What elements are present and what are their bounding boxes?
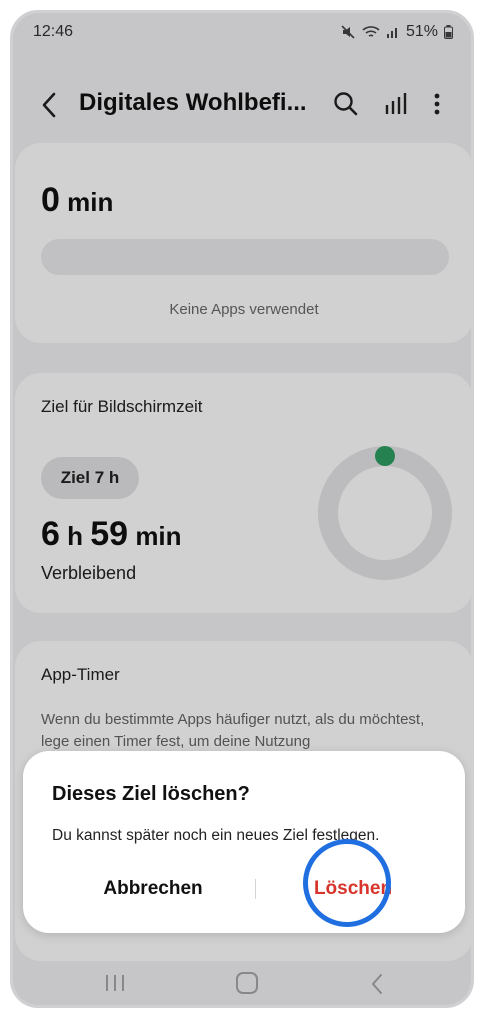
tap-highlight-circle [303, 839, 391, 927]
home-icon[interactable] [235, 971, 259, 995]
recent-apps-icon[interactable] [103, 973, 127, 993]
cancel-button[interactable]: Abbrechen [63, 863, 243, 915]
navigation-bar [13, 961, 471, 1005]
button-divider [255, 879, 256, 899]
dialog-title: Dieses Ziel löschen? [52, 783, 250, 805]
delete-goal-dialog: Dieses Ziel löschen? Du kannst später no… [23, 751, 465, 933]
phone-screen: 12:46 51% Digitales Wohlbefi... 0 min Ke… [10, 10, 474, 1008]
back-icon[interactable] [369, 973, 385, 995]
